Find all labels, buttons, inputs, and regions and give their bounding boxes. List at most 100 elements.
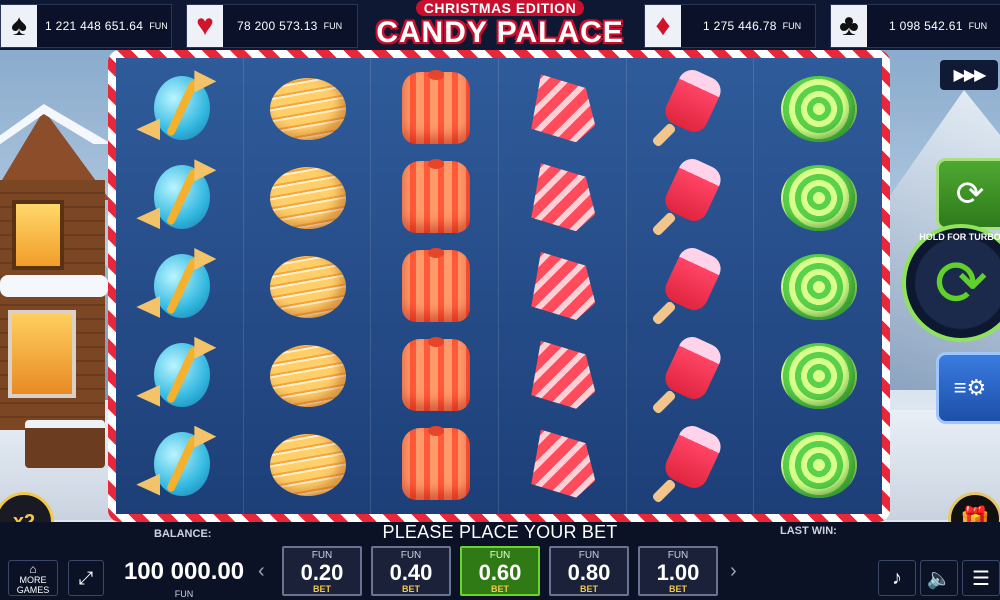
green-swirl-candy-icon [775, 246, 861, 326]
jackpot-value: 78 200 573.13 [237, 19, 318, 33]
bet-option-selected[interactable]: FUN 0.60 BET [460, 546, 540, 596]
bet-label: BET [491, 584, 509, 594]
reel-4 [499, 58, 627, 514]
red-popsicle-icon [647, 243, 733, 326]
settings-icon: ≡⚙ [953, 375, 987, 400]
orange-jelly-cake-icon [392, 335, 478, 415]
heart-icon: ♥ [187, 5, 223, 47]
red-ribbon-candy-icon [519, 157, 605, 237]
bet-option[interactable]: FUN 0.40 BET [371, 546, 451, 596]
balance-value: 100 000.00 [123, 558, 245, 585]
status-message: PLEASE PLACE YOUR BET [382, 522, 618, 542]
reel-5 [627, 58, 755, 514]
cabin-snow-ledge [0, 275, 108, 297]
club-icon: ♣ [831, 5, 867, 47]
diamond-icon: ♦ [645, 5, 681, 47]
spade-icon: ♠ [1, 5, 37, 47]
music-note-icon: ♪ [892, 566, 902, 589]
reel-6 [754, 58, 882, 514]
red-ribbon-candy-icon [519, 68, 605, 148]
bet-value: 1.00 [656, 560, 700, 585]
bet-option[interactable]: FUN 0.20 BET [282, 546, 362, 596]
orange-jelly-cake-icon [392, 157, 478, 237]
bet-value: 0.40 [389, 560, 433, 585]
blue-wrapped-candy-icon [136, 246, 222, 326]
orange-macaron-icon [264, 424, 350, 504]
green-swirl-candy-icon [775, 157, 861, 237]
green-swirl-candy-icon [775, 68, 861, 148]
home-icon: ⌂ [29, 562, 37, 576]
jackpot-currency: FUN [968, 21, 988, 31]
bet-label: BET [580, 584, 598, 594]
jackpot-diamonds: ♦ 1 275 446.78 FUN [644, 4, 816, 48]
bet-label: BET [313, 584, 331, 594]
menu-button[interactable]: ☰ [962, 560, 1000, 596]
blue-wrapped-candy-icon [136, 68, 222, 148]
bet-value: 0.80 [567, 560, 611, 585]
bet-settings-button[interactable]: ≡⚙ [936, 352, 1000, 424]
sound-button[interactable]: 🔈 [920, 560, 958, 596]
jackpot-currency: FUN [323, 21, 343, 31]
reel-1 [116, 58, 244, 514]
fullscreen-icon: ⤢ [78, 567, 94, 588]
bet-value: 0.20 [300, 560, 344, 585]
bet-option[interactable]: FUN 1.00 BET [638, 546, 718, 596]
blue-wrapped-candy-icon [136, 335, 222, 415]
red-ribbon-candy-icon [519, 335, 605, 415]
bet-prev-arrow[interactable]: ‹ [258, 560, 265, 583]
orange-macaron-icon [264, 335, 350, 415]
balance-currency: FUN [174, 589, 194, 599]
jackpot-spades: ♠ 1 221 448 651.64 FUN [0, 4, 172, 48]
jackpot-currency: FUN [782, 21, 802, 31]
orange-jelly-cake-icon [392, 68, 478, 148]
hamburger-icon: ☰ [972, 567, 990, 590]
cabin-window-lower [8, 310, 76, 398]
bet-value: 0.60 [478, 560, 522, 585]
spin-icon: ⟳ [934, 246, 988, 319]
orange-jelly-cake-icon [392, 246, 478, 326]
snowy-bench [25, 420, 105, 468]
red-popsicle-icon [647, 332, 733, 415]
green-swirl-candy-icon [775, 424, 861, 504]
orange-jelly-cake-icon [392, 424, 478, 504]
jackpot-value: 1 098 542.61 [889, 19, 963, 33]
game-logo: CHRISTMAS EDITION CANDY PALACE [360, 0, 640, 52]
bet-option[interactable]: FUN 0.80 BET [549, 546, 629, 596]
turbo-label: HOLD FOR TURBO [919, 232, 1000, 242]
red-popsicle-icon [647, 65, 733, 149]
jackpot-value: 1 221 448 651.64 [45, 19, 144, 33]
logo-subtitle: CHRISTMAS EDITION [415, 0, 585, 16]
green-swirl-candy-icon [775, 335, 861, 415]
balance-label: BALANCE: [154, 528, 212, 540]
last-win-label: LAST WIN: [780, 525, 837, 537]
reel-3 [371, 58, 499, 514]
bet-label: BET [402, 584, 420, 594]
more-games-button[interactable]: ⌂ MORE GAMES [8, 560, 58, 596]
jackpot-hearts: ♥ 78 200 573.13 FUN [186, 4, 358, 48]
jackpot-currency: FUN [149, 21, 168, 31]
fast-forward-button[interactable]: ▶▶▶ [940, 60, 998, 90]
speaker-icon: 🔈 [926, 567, 952, 590]
orange-macaron-icon [264, 68, 350, 148]
reel-grid [116, 58, 882, 514]
jackpot-value: 1 275 446.78 [703, 19, 777, 33]
autoplay-button[interactable]: ⟳ [936, 158, 1000, 230]
reel-2 [244, 58, 372, 514]
blue-wrapped-candy-icon [136, 424, 222, 504]
blue-wrapped-candy-icon [136, 157, 222, 237]
fullscreen-button[interactable]: ⤢ [68, 560, 104, 596]
jackpot-clubs: ♣ 1 098 542.61 FUN [830, 4, 1000, 48]
red-popsicle-icon [647, 420, 733, 504]
bet-next-arrow[interactable]: › [730, 560, 737, 583]
orange-macaron-icon [264, 157, 350, 237]
logo-title: CANDY PALACE [376, 16, 624, 49]
orange-macaron-icon [264, 246, 350, 326]
autoplay-icon: ⟳ [955, 175, 985, 213]
red-ribbon-candy-icon [519, 246, 605, 326]
cabin-window-upper [12, 200, 64, 270]
christmas-cabin [0, 104, 112, 450]
red-popsicle-icon [647, 154, 733, 237]
more-games-label: MORE GAMES [16, 575, 50, 595]
music-button[interactable]: ♪ [878, 560, 916, 596]
bet-label: BET [669, 584, 687, 594]
